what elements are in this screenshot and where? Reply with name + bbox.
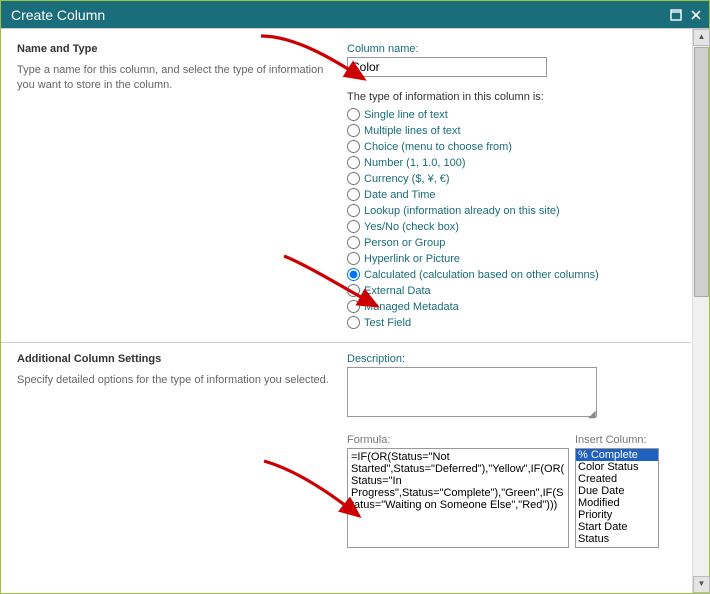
dialog-body: Name and Type Type a name for this colum… bbox=[1, 29, 691, 593]
radio-input[interactable] bbox=[347, 300, 360, 313]
section-description: Specify detailed options for the type of… bbox=[17, 373, 347, 388]
column-type-option[interactable]: Person or Group bbox=[347, 235, 683, 250]
radio-label[interactable]: Number (1, 1.0, 100) bbox=[364, 157, 466, 169]
radio-input[interactable] bbox=[347, 268, 360, 281]
formula-textarea[interactable]: =IF(OR(Status="Not Started",Status="Defe… bbox=[347, 448, 569, 548]
radio-input[interactable] bbox=[347, 236, 360, 249]
description-label: Description: bbox=[347, 353, 683, 365]
radio-input[interactable] bbox=[347, 156, 360, 169]
insert-column-option[interactable]: Modified bbox=[576, 497, 658, 509]
column-type-option[interactable]: Number (1, 1.0, 100) bbox=[347, 155, 683, 170]
insert-column-listbox[interactable]: % CompleteColor StatusCreatedDue DateMod… bbox=[575, 448, 659, 548]
column-type-option[interactable]: Currency ($, ¥, €) bbox=[347, 171, 683, 186]
column-type-option[interactable]: Date and Time bbox=[347, 187, 683, 202]
radio-label[interactable]: Date and Time bbox=[364, 189, 436, 201]
scroll-up-icon[interactable]: ▲ bbox=[693, 29, 710, 46]
dialog-titlebar: Create Column bbox=[1, 1, 709, 29]
insert-column-option[interactable]: Due Date bbox=[576, 485, 658, 497]
radio-input[interactable] bbox=[347, 220, 360, 233]
insert-column-label: Insert Column: bbox=[575, 434, 659, 446]
column-name-input[interactable] bbox=[347, 57, 547, 77]
radio-label[interactable]: Hyperlink or Picture bbox=[364, 253, 460, 265]
column-type-option[interactable]: Yes/No (check box) bbox=[347, 219, 683, 234]
radio-input[interactable] bbox=[347, 172, 360, 185]
scroll-thumb[interactable] bbox=[694, 47, 709, 297]
radio-input[interactable] bbox=[347, 124, 360, 137]
formula-label: Formula: bbox=[347, 434, 569, 446]
section-additional-settings: Additional Column Settings Specify detai… bbox=[1, 342, 691, 563]
dialog-scrollbar[interactable]: ▲ ▼ bbox=[692, 29, 709, 593]
column-type-option[interactable]: Calculated (calculation based on other c… bbox=[347, 267, 683, 282]
resize-grip-icon[interactable]: ◢ bbox=[588, 411, 598, 421]
column-type-option[interactable]: Managed Metadata bbox=[347, 299, 683, 314]
column-type-option[interactable]: Hyperlink or Picture bbox=[347, 251, 683, 266]
column-type-option[interactable]: Multiple lines of text bbox=[347, 123, 683, 138]
radio-input[interactable] bbox=[347, 316, 360, 329]
radio-input[interactable] bbox=[347, 204, 360, 217]
section-heading: Name and Type bbox=[17, 43, 347, 55]
insert-column-option[interactable]: Created bbox=[576, 473, 658, 485]
column-type-option[interactable]: Single line of text bbox=[347, 107, 683, 122]
radio-label[interactable]: Single line of text bbox=[364, 109, 448, 121]
radio-input[interactable] bbox=[347, 140, 360, 153]
radio-label[interactable]: Currency ($, ¥, €) bbox=[364, 173, 450, 185]
radio-label[interactable]: Lookup (information already on this site… bbox=[364, 205, 560, 217]
insert-column-option[interactable]: Status bbox=[576, 533, 658, 545]
insert-column-option[interactable]: Priority bbox=[576, 509, 658, 521]
insert-column-option[interactable]: Start Date bbox=[576, 521, 658, 533]
radio-label[interactable]: External Data bbox=[364, 285, 431, 297]
radio-label[interactable]: Yes/No (check box) bbox=[364, 221, 459, 233]
description-textarea[interactable] bbox=[347, 367, 597, 417]
column-type-radio-list: Single line of text Multiple lines of tex… bbox=[347, 107, 683, 330]
column-name-label: Column name: bbox=[347, 43, 683, 55]
radio-label[interactable]: Managed Metadata bbox=[364, 301, 459, 313]
radio-input[interactable] bbox=[347, 284, 360, 297]
radio-label[interactable]: Choice (menu to choose from) bbox=[364, 141, 512, 153]
radio-input[interactable] bbox=[347, 252, 360, 265]
radio-label[interactable]: Multiple lines of text bbox=[364, 125, 461, 137]
column-type-option[interactable]: Lookup (information already on this site… bbox=[347, 203, 683, 218]
section-heading: Additional Column Settings bbox=[17, 353, 347, 365]
insert-column-option[interactable]: Color Status bbox=[576, 461, 658, 473]
radio-input[interactable] bbox=[347, 108, 360, 121]
insert-column-option[interactable]: % Complete bbox=[576, 449, 658, 461]
column-type-option[interactable]: External Data bbox=[347, 283, 683, 298]
radio-input[interactable] bbox=[347, 188, 360, 201]
dialog-title: Create Column bbox=[11, 7, 105, 23]
column-type-option[interactable]: Test Field bbox=[347, 315, 683, 330]
maximize-icon[interactable] bbox=[669, 8, 683, 22]
column-type-option[interactable]: Choice (menu to choose from) bbox=[347, 139, 683, 154]
radio-label[interactable]: Calculated (calculation based on other c… bbox=[364, 269, 599, 281]
radio-label[interactable]: Test Field bbox=[364, 317, 411, 329]
close-icon[interactable] bbox=[689, 8, 703, 22]
scroll-down-icon[interactable]: ▼ bbox=[693, 576, 710, 593]
radio-label[interactable]: Person or Group bbox=[364, 237, 445, 249]
section-description: Type a name for this column, and select … bbox=[17, 63, 347, 93]
column-type-header: The type of information in this column i… bbox=[347, 91, 683, 103]
section-name-and-type: Name and Type Type a name for this colum… bbox=[1, 33, 691, 342]
